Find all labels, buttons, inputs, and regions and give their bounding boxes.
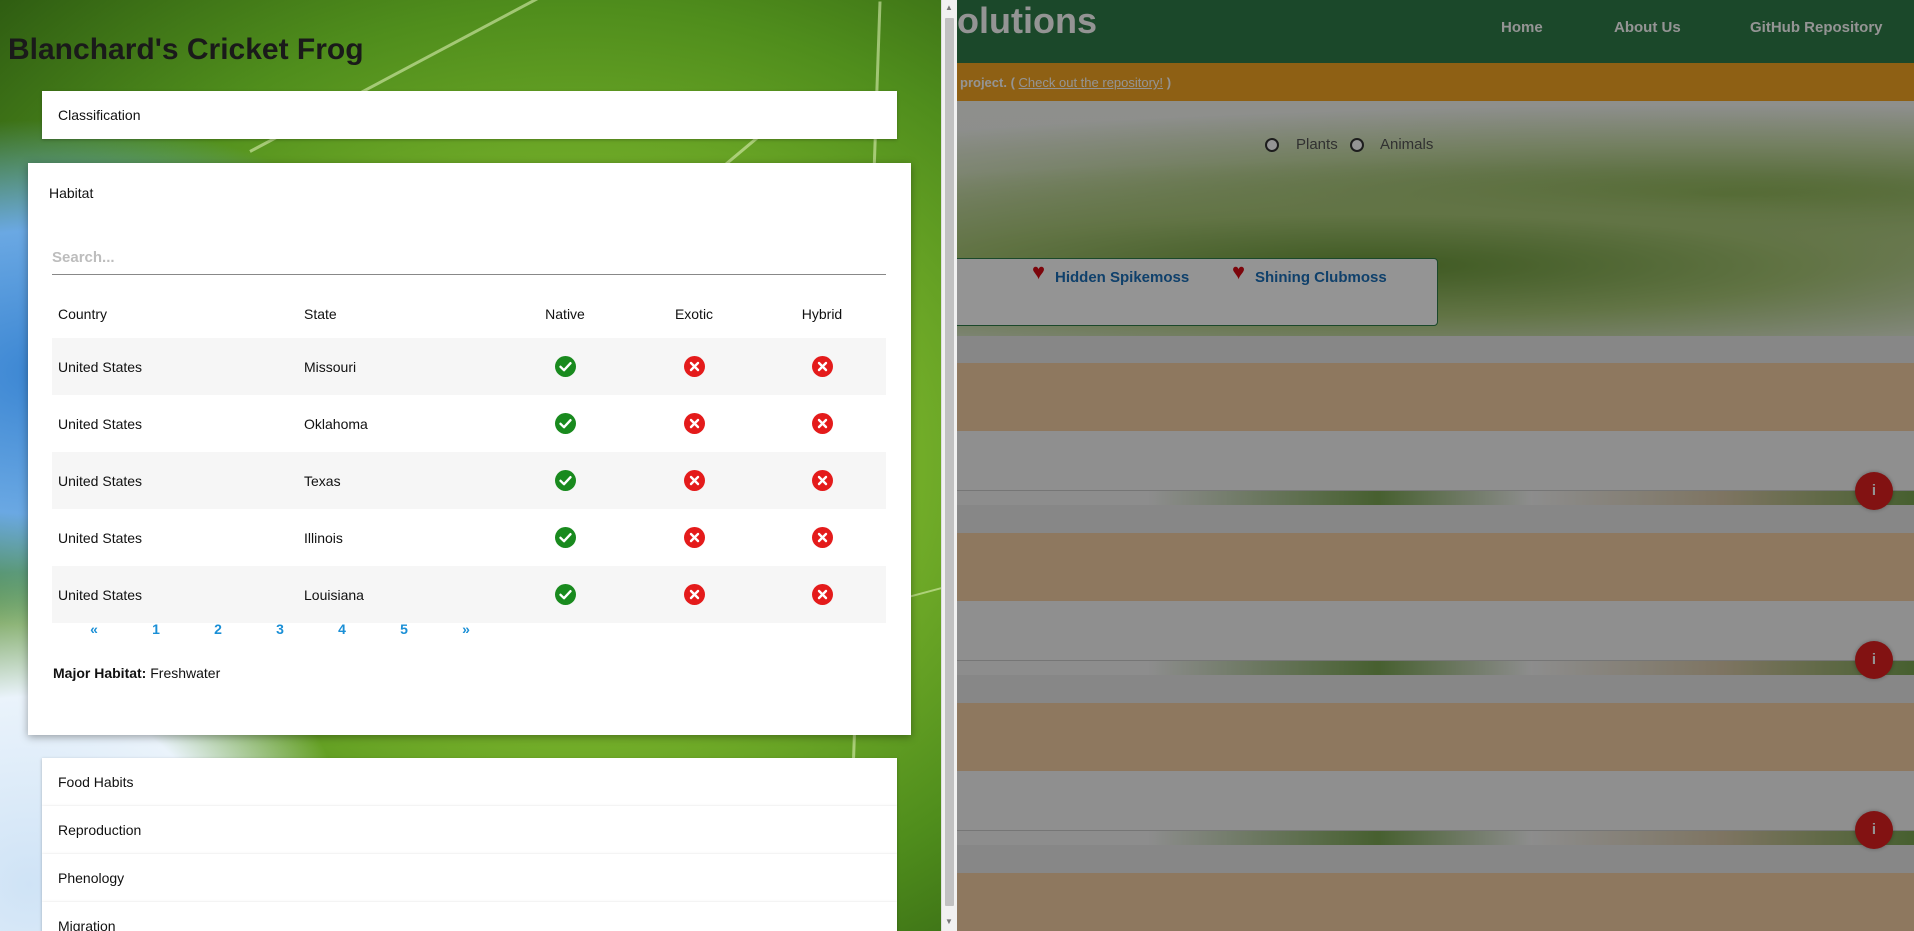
table-row: United States Oklahoma xyxy=(52,395,886,452)
major-habitat: Major Habitat: Freshwater xyxy=(53,665,220,681)
page-5-link[interactable]: 5 xyxy=(384,621,424,637)
page-4-link[interactable]: 4 xyxy=(322,621,362,637)
exotic-cell xyxy=(630,566,758,623)
column-header-state[interactable]: State xyxy=(300,290,500,338)
accordion-habitat[interactable]: Habitat xyxy=(49,185,93,201)
native-cell xyxy=(500,395,630,452)
native-cell xyxy=(500,509,630,566)
major-habitat-value: Freshwater xyxy=(150,665,221,681)
x-circle-icon xyxy=(683,527,705,548)
x-circle-icon xyxy=(683,470,705,491)
exotic-cell xyxy=(630,452,758,509)
hybrid-cell xyxy=(758,395,886,452)
check-circle-icon xyxy=(554,527,576,548)
hybrid-cell xyxy=(758,338,886,395)
accordion-migration[interactable]: Migration xyxy=(42,902,897,931)
habitat-search-input[interactable] xyxy=(52,241,886,275)
accordion-phenology[interactable]: Phenology xyxy=(42,854,897,902)
x-circle-icon xyxy=(811,413,833,434)
hybrid-cell xyxy=(758,452,886,509)
table-row: United States Missouri xyxy=(52,338,886,395)
x-circle-icon xyxy=(683,413,705,434)
exotic-cell xyxy=(630,338,758,395)
column-header-country[interactable]: Country xyxy=(52,290,300,338)
native-cell xyxy=(500,452,630,509)
exotic-cell xyxy=(630,395,758,452)
species-drawer: Blanchard's Cricket Frog Classification … xyxy=(0,0,957,931)
state-cell: Illinois xyxy=(304,529,343,546)
table-row: United States Texas xyxy=(52,452,886,509)
check-circle-icon xyxy=(554,470,576,491)
page-prev-link[interactable]: « xyxy=(74,621,114,637)
country-cell: United States xyxy=(52,566,300,623)
accordion-food-habits[interactable]: Food Habits xyxy=(42,758,897,806)
drawer-scroll-thumb[interactable] xyxy=(945,18,954,906)
state-cell: Texas xyxy=(300,452,500,509)
x-circle-icon xyxy=(811,470,833,491)
scroll-up-icon[interactable]: ▲ xyxy=(944,3,954,13)
hybrid-cell xyxy=(758,566,886,623)
page-3-link[interactable]: 3 xyxy=(260,621,300,637)
hybrid-cell xyxy=(758,509,886,566)
check-circle-icon xyxy=(554,584,576,605)
scroll-down-icon[interactable]: ▼ xyxy=(944,917,954,927)
state-cell: Missouri xyxy=(300,338,500,395)
habitat-panel: Habitat Country State Native Exotic Hybr… xyxy=(28,163,911,735)
table-row: United States Louisiana xyxy=(52,566,886,623)
table-header-row: Country State Native Exotic Hybrid xyxy=(52,290,886,338)
major-habitat-label: Major Habitat: xyxy=(53,665,147,681)
country-cell: United States xyxy=(58,415,143,432)
table-row: United States Illinois xyxy=(52,509,886,566)
page-1-link[interactable]: 1 xyxy=(136,621,176,637)
x-circle-icon xyxy=(811,584,833,605)
native-cell xyxy=(500,338,630,395)
check-circle-icon xyxy=(554,413,576,434)
state-cell: Louisiana xyxy=(300,566,500,623)
x-circle-icon xyxy=(811,356,833,377)
native-cell xyxy=(500,566,630,623)
page-2-link[interactable]: 2 xyxy=(198,621,238,637)
accordion-classification[interactable]: Classification xyxy=(42,91,897,139)
check-circle-icon xyxy=(554,356,576,377)
country-cell: United States xyxy=(52,338,300,395)
x-circle-icon xyxy=(683,356,705,377)
column-header-exotic[interactable]: Exotic xyxy=(630,290,758,338)
page-next-link[interactable]: » xyxy=(446,621,486,637)
species-title: Blanchard's Cricket Frog xyxy=(8,33,364,66)
state-cell: Oklahoma xyxy=(304,415,368,432)
exotic-cell xyxy=(630,509,758,566)
country-cell: United States xyxy=(58,529,143,546)
x-circle-icon xyxy=(683,584,705,605)
country-cell: United States xyxy=(52,452,300,509)
x-circle-icon xyxy=(811,527,833,548)
column-header-native[interactable]: Native xyxy=(500,290,630,338)
column-header-hybrid[interactable]: Hybrid xyxy=(758,290,886,338)
accordion-reproduction[interactable]: Reproduction xyxy=(42,806,897,854)
habitat-table: Country State Native Exotic Hybrid Unite… xyxy=(52,290,886,623)
